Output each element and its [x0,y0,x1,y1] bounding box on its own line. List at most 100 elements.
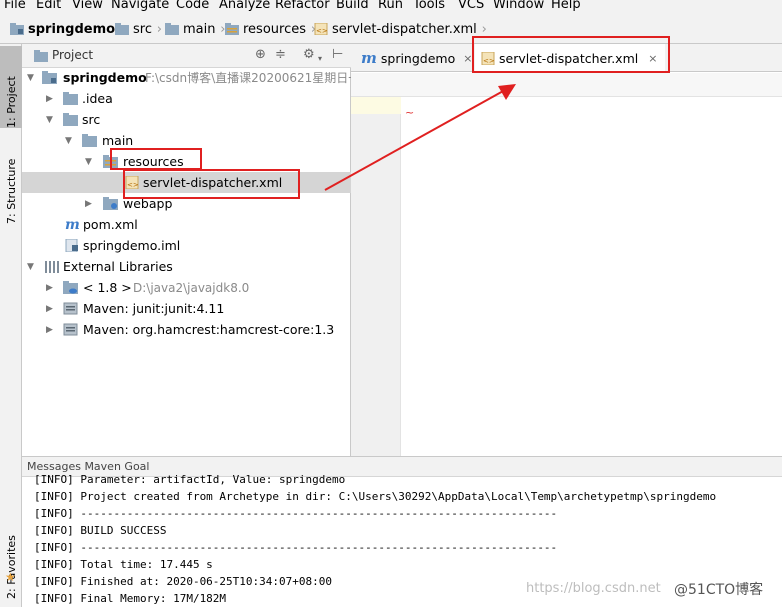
collapse-all-icon[interactable]: ≑ [275,48,286,62]
folder-icon [63,113,78,126]
watermark-url: https://blog.csdn.net [526,581,661,596]
tree-row-springdemo[interactable]: ▼ springdemo F:\csdn博客\直播课20200621星期日一 [22,67,351,88]
annotation-box-xml-file [123,169,300,199]
folder-icon [63,92,78,105]
tree-path: F:\csdn博客\直播课20200621星期日一 [145,71,351,85]
menu-navigate[interactable]: Navigate [111,0,169,13]
tree-label: External Libraries [63,259,173,274]
tree-label: Maven: junit:junit:4.11 [83,301,225,316]
menu-window[interactable]: Window [493,0,544,13]
gear-icon[interactable]: ⚙ [303,48,315,62]
menu-bar: File Edit View Navigate Code Analyze Ref… [0,0,782,13]
left-tool-strip: 1: Project 7: Structure 2: Favorites ★ [0,44,22,607]
web-folder-icon [103,197,118,210]
library-jar-icon [63,302,78,315]
project-panel: Project ⊕ ≑ ⚙ ▾ ⊢ ▼ springdemo F:\csdn博客… [22,44,351,456]
menu-help[interactable]: Help [551,0,581,13]
tool-tab-project[interactable]: 1: Project [0,46,22,128]
chevron-down-icon[interactable]: ▾ [318,52,322,66]
tree-label: src [82,112,101,127]
breadcrumb-label: servlet-dispatcher.xml [332,21,477,37]
svg-text:<>: <> [316,27,328,35]
editor-breadcrumb-bar [351,73,782,97]
log-line: [INFO] Final Memory: 17M/182M [34,592,227,605]
collapsed-arrow-icon[interactable]: ▶ [46,325,53,335]
tree-row-hamcrest[interactable]: ▶ Maven: org.hamcrest:hamcrest-core:1.3 [22,319,351,340]
annotation-box-resources [110,148,202,170]
editor-area: m springdemo × <> servlet-dispatcher.xml… [351,44,782,456]
tree-label: springdemo.iml [83,238,181,253]
expanded-arrow-icon[interactable]: ▼ [85,157,92,167]
menu-build[interactable]: Build [336,0,369,13]
breadcrumb-springdemo[interactable]: springdemo › [10,20,125,38]
menu-view[interactable]: View [72,0,103,13]
tree-label: .idea [82,91,113,106]
collapsed-arrow-icon[interactable]: ▶ [46,94,53,104]
module-folder-icon [42,71,57,84]
breadcrumb-label: springdemo [28,21,116,37]
project-panel-header: Project ⊕ ≑ ⚙ ▾ ⊢ [22,44,351,68]
tree-row-src[interactable]: ▼ src [22,109,351,130]
hide-panel-icon[interactable]: ⊢ [332,48,343,62]
folder-icon [115,23,129,35]
tab-label: springdemo [380,50,456,66]
collapsed-arrow-icon[interactable]: ▶ [46,283,53,293]
breadcrumb-resources[interactable]: resources › [225,20,316,38]
tree-row-external-libraries[interactable]: ▼ External Libraries [22,256,351,277]
log-line: [INFO] Finished at: 2020-06-25T10:34:07+… [34,575,333,588]
chevron-right-icon: › [481,22,487,37]
log-line: [INFO] BUILD SUCCESS [34,524,167,537]
menu-run[interactable]: Run [378,0,403,13]
menu-edit[interactable]: Edit [36,0,61,13]
breadcrumb-label: src [133,21,152,37]
library-jar-icon [63,323,78,336]
tree-label: Maven: org.hamcrest:hamcrest-core:1.3 [83,322,335,337]
messages-panel: Messages Maven Goal [INFO] Parameter: ar… [22,456,782,607]
tree-row-pom[interactable]: m pom.xml [22,214,351,235]
tree-row-junit[interactable]: ▶ Maven: junit:junit:4.11 [22,298,351,319]
messages-panel-title: Messages Maven Goal [27,460,150,473]
project-view-icon [34,50,48,62]
tool-tab-label: 1: Project [4,76,18,128]
tree-label: pom.xml [83,217,138,232]
collapsed-arrow-icon[interactable]: ▶ [85,199,92,209]
folder-icon [165,23,179,35]
tree-row-jdk[interactable]: ▶ < 1.8 > D:\java2\javajdk8.0 [22,277,351,298]
project-panel-title: Project [52,48,94,62]
menu-tools[interactable]: Tools [413,0,445,13]
collapsed-arrow-icon[interactable]: ▶ [46,304,53,314]
breadcrumb-src[interactable]: src › [115,20,162,38]
menu-vcs[interactable]: VCS [458,0,484,13]
chevron-right-icon: › [156,22,162,37]
breadcrumb-label: resources [243,21,307,37]
tab-springdemo[interactable]: m springdemo × [357,44,472,72]
library-icon [45,261,59,273]
breadcrumb-main[interactable]: main › [165,20,225,38]
tool-tab-favorites[interactable]: 2: Favorites [0,499,22,599]
tree-label: < 1.8 > [83,280,132,295]
tree-path: D:\java2\javajdk8.0 [133,280,250,295]
expanded-arrow-icon[interactable]: ▼ [46,115,53,125]
log-line: [INFO] Total time: 17.445 s [34,558,213,571]
menu-code[interactable]: Code [176,0,209,13]
folder-icon [82,134,97,147]
annotation-box-editor-tab [472,36,670,73]
menu-analyze[interactable]: Analyze [219,0,270,13]
maven-icon: m [361,49,377,67]
expanded-arrow-icon[interactable]: ▼ [27,262,34,272]
log-line: [INFO] Project created from Archetype in… [34,490,717,503]
tree-label: springdemo [63,70,147,85]
expanded-arrow-icon[interactable]: ▼ [65,136,72,146]
menu-file[interactable]: File [4,0,26,13]
log-line: [INFO] Parameter: artifactId, Value: spr… [34,473,346,486]
log-line: [INFO] ---------------------------------… [34,541,558,554]
breadcrumb-servlet-dispatcher[interactable]: <> servlet-dispatcher.xml › [314,20,487,38]
menu-refactor[interactable]: Refactor [275,0,330,13]
tree-row-idea[interactable]: ▶ .idea [22,88,351,109]
current-line-highlight [351,97,401,114]
locate-icon[interactable]: ⊕ [255,48,266,62]
tool-tab-structure[interactable]: 7: Structure [0,136,22,224]
tree-row-iml[interactable]: springdemo.iml [22,235,351,256]
expanded-arrow-icon[interactable]: ▼ [27,73,34,83]
tool-tab-label: 7: Structure [4,158,18,224]
